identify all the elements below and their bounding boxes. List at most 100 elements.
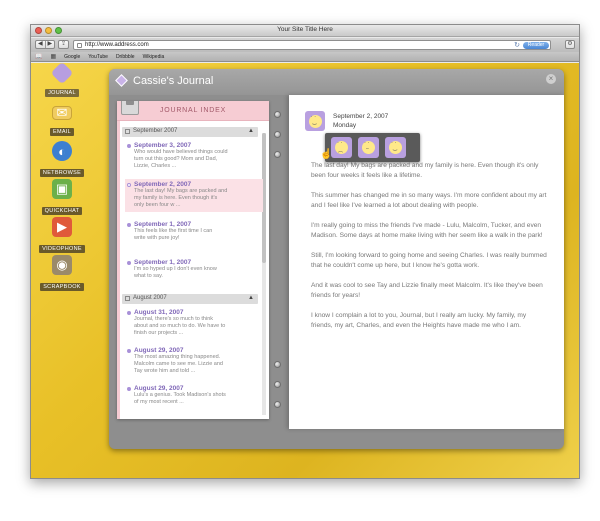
mood-picker (325, 133, 420, 162)
entry-bullet-icon (127, 310, 131, 315)
list-item[interactable]: September 1, 2007 I'm so hyped up I don'… (127, 259, 259, 280)
reload-icon[interactable]: ↻ (514, 41, 520, 49)
month-label: September 2007 (133, 128, 178, 134)
entry-day: Monday (333, 122, 357, 129)
list-item[interactable]: September 3, 2007 Who would have believe… (127, 142, 259, 171)
journal-diamond-icon (115, 74, 128, 87)
panel-title: Cassie's Journal (133, 75, 214, 87)
bookmarks-bar: 📖 ▦ Google YouTube Dribbble Wikipedia (31, 52, 579, 62)
month-header-september[interactable]: September 2007 ▲ (122, 127, 258, 137)
camera-icon: ◉ (52, 255, 72, 275)
entry-preview-line: Tay wrote him and told ... (134, 368, 196, 375)
collapse-arrow-icon[interactable]: ▲ (248, 295, 254, 301)
entry-preview-line: what to say. (134, 273, 163, 280)
app-canvas: JOURNAL ✉ EMAIL ◐ NETBROWSE ▣ QUICKCHAT … (31, 61, 579, 478)
sidebar-item-email[interactable]: ✉ EMAIL (33, 103, 91, 138)
title-bar: Your Site Title Here (31, 25, 579, 37)
entry-preview-line: Lulu's a genius. Took Madison's shots (134, 392, 226, 398)
entry-date: September 2, 2007 (333, 113, 389, 120)
journal-page: September 2, 2007 Monday The last day! M… (289, 95, 564, 429)
browser-window: Your Site Title Here ◀ ▶ ⇪ http://www.ad… (30, 24, 580, 479)
index-title: JOURNAL INDEX (159, 107, 227, 114)
site-icon (77, 43, 82, 48)
forward-button[interactable]: ▶ (44, 41, 55, 48)
window-title: Your Site Title Here (277, 26, 333, 33)
journal-icon (50, 61, 74, 85)
entry-preview-line: turn out this good? Mom and Dad, (134, 156, 218, 163)
entry-preview-line: Who would have believed things could (134, 149, 228, 155)
entry-preview-line: Malcolm came to see me. Lizzie and (134, 361, 223, 368)
entry-preview-line: of my most recent ... (134, 399, 184, 406)
video-icon: ▶ (52, 217, 72, 237)
nav-buttons: ◀ ▶ (35, 40, 55, 49)
index-header: JOURNAL INDEX (117, 101, 269, 121)
entry-preview-line: Lizzie, Charles ... (134, 163, 177, 170)
happy-face-icon (389, 140, 402, 154)
share-button[interactable]: ⇪ (58, 40, 69, 49)
app-sidebar: JOURNAL ✉ EMAIL ◐ NETBROWSE ▣ QUICKCHAT … (31, 61, 93, 478)
entry-paragraph: This summer has changed me in so many wa… (311, 192, 547, 209)
mood-sad-button[interactable] (331, 137, 352, 158)
index-margin-strip (117, 121, 120, 419)
entry-date: September 3, 2007 (134, 142, 192, 149)
entry-date: September 1, 2007 (134, 259, 192, 266)
url-text: http://www.address.com (85, 42, 149, 48)
panel-header: Cassie's Journal × (109, 69, 564, 95)
entry-bullet-icon (127, 348, 131, 353)
entry-date: August 29, 2007 (134, 347, 184, 354)
collapse-arrow-icon[interactable]: ▲ (248, 128, 254, 134)
entry-bullet-icon (127, 222, 131, 227)
settings-gear-icon[interactable]: ⚙ (565, 40, 575, 49)
bookmarks-book-icon[interactable]: 📖 (35, 53, 42, 60)
entry-preview-line: only been four w ... (134, 202, 181, 209)
list-item[interactable]: August 29, 2007 The most amazing thing h… (127, 347, 259, 376)
journal-panel: Cassie's Journal × JOURNAL INDEX Septemb… (109, 69, 564, 449)
list-item[interactable]: August 29, 2007 Lulu's a genius. Took Ma… (127, 385, 259, 406)
bookmark-youtube[interactable]: YouTube (88, 54, 108, 60)
smiley-icon (308, 114, 322, 128)
entry-bullet-icon (127, 260, 131, 265)
back-button[interactable]: ◀ (36, 41, 45, 48)
list-item[interactable]: August 31, 2007 Journal, there's so much… (127, 309, 259, 338)
entry-date: August 29, 2007 (134, 385, 184, 392)
binder-ring-icon (274, 361, 281, 368)
bookmark-wikipedia[interactable]: Wikipedia (143, 54, 165, 60)
address-bar[interactable]: http://www.address.com ↻ Reader (73, 40, 551, 50)
entry-preview-line: about and so much to do. We have to (134, 323, 226, 330)
entry-preview-line: finish our projects ... (134, 330, 184, 337)
chat-icon: ▣ (52, 179, 72, 199)
sidebar-item-videophone[interactable]: ▶ VIDEOPHONE (33, 217, 91, 255)
month-header-august[interactable]: August 2007 ▲ (122, 294, 258, 304)
mood-happy-button[interactable] (385, 137, 406, 158)
entry-paragraph: And it was cool to see Tay and Lizzie fi… (311, 282, 543, 299)
reader-button[interactable]: Reader (523, 42, 549, 49)
sidebar-item-journal[interactable]: JOURNAL (33, 61, 91, 99)
entry-paragraph: I know I complain a lot to you, Journal,… (311, 312, 527, 329)
entry-preview-line: Journal, there's so much to think (134, 316, 214, 322)
binder-ring-icon (274, 151, 281, 158)
sidebar-item-quickchat[interactable]: ▣ QUICKCHAT (33, 179, 91, 217)
close-panel-button[interactable]: × (546, 74, 556, 84)
sidebar-item-label: VIDEOPHONE (39, 245, 85, 253)
entry-paragraph: Still, I'm looking forward to going home… (311, 252, 547, 269)
list-item[interactable]: September 1, 2007 This feels like the fi… (127, 221, 259, 242)
entry-header: September 2, 2007 Monday (333, 112, 388, 130)
binder-ring-icon (274, 401, 281, 408)
bookmark-dribbble[interactable]: Dribbble (116, 54, 135, 60)
grid-icon[interactable]: ▦ (50, 53, 56, 60)
entry-preview-line: This feels like the first time I can (134, 228, 213, 234)
mood-avatar[interactable] (305, 111, 325, 131)
sidebar-item-scrapbook[interactable]: ◉ SCRAPBOOK (33, 255, 91, 293)
bookmark-google[interactable]: Google (64, 54, 80, 60)
entry-preview-line: I'm so hyped up I don't even know (134, 266, 217, 272)
calendar-icon (125, 129, 130, 134)
entry-body[interactable]: The last day! My bags are packed and my … (311, 161, 547, 341)
globe-icon: ◐ (52, 141, 72, 161)
entry-bullet-icon (127, 386, 131, 391)
sidebar-item-label: EMAIL (49, 128, 74, 136)
sidebar-item-netbrowse[interactable]: ◐ NETBROWSE (33, 141, 91, 179)
entry-preview-line: write with pure joy! (134, 235, 180, 242)
mood-neutral-button[interactable] (358, 137, 379, 158)
list-item-selected[interactable]: September 2, 2007 The last day! My bags … (125, 179, 263, 212)
journal-index: JOURNAL INDEX September 2007 ▲ September… (117, 101, 269, 419)
